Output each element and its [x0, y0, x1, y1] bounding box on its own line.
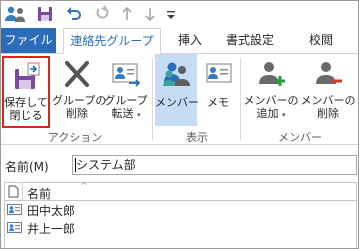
- window-frame: [0, 0, 359, 249]
